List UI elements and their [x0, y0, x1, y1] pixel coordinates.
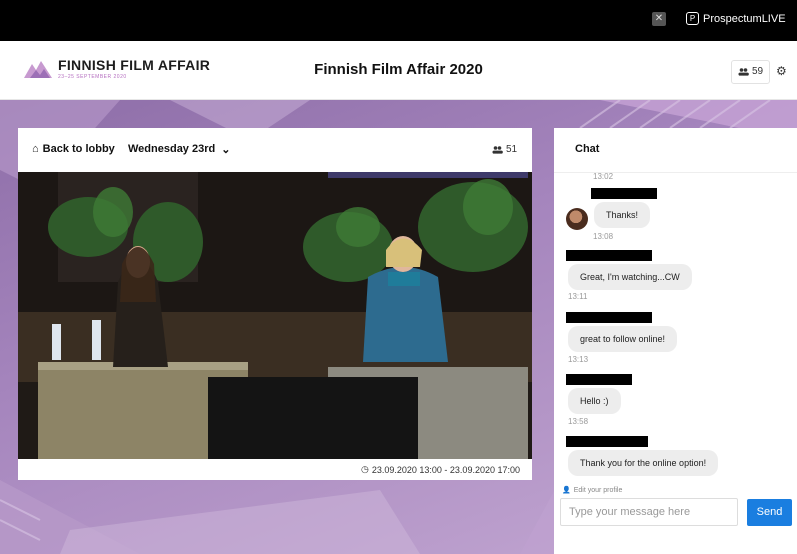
page-title: Finnish Film Affair 2020	[314, 61, 483, 78]
message-time: 13:58	[568, 417, 589, 426]
message-time: 13:08	[593, 232, 614, 241]
brand-label: ProspectumLIVE	[703, 12, 786, 25]
event-header: FINNISH FILM AFFAIR 23–25 SEPTEMBER 2020…	[0, 41, 797, 100]
video-panel: ⌂ Back to lobby Wednesday 23rd ⌄ 51 ◷ 23…	[18, 128, 532, 480]
viewer-count: 59	[752, 66, 764, 77]
clock-icon: ◷	[361, 464, 369, 474]
logo-dates: 23–25 SEPTEMBER 2020	[58, 74, 127, 80]
stream-viewer-number: 51	[506, 144, 518, 155]
gear-icon[interactable]: ⚙	[776, 64, 787, 78]
top-bar: ✕ P ProspectumLIVE	[0, 0, 797, 41]
chat-message-bubble: Thank you for the online option!	[568, 450, 719, 476]
chat-messages[interactable]: 13:02 Thanks! 13:08 Great, I'm watching.…	[554, 172, 797, 476]
people-icon	[738, 68, 749, 76]
send-button[interactable]: Send	[747, 499, 792, 526]
day-selector[interactable]: Wednesday 23rd ⌄	[128, 143, 230, 156]
chat-message-bubble: Hello :)	[568, 388, 621, 414]
message-time: 13:02	[593, 172, 614, 181]
chat-message-bubble: great to follow online!	[568, 326, 678, 352]
user-icon: 👤	[562, 487, 571, 494]
back-label: Back to lobby	[42, 143, 115, 155]
day-label: Wednesday 23rd	[128, 143, 216, 155]
home-icon: ⌂	[32, 143, 39, 155]
prospectum-brand[interactable]: P ProspectumLIVE	[686, 12, 786, 25]
edit-profile-label: Edit your profile	[573, 486, 623, 494]
session-timestamp: 23.09.2020 13:00 - 23.09.2020 17:00	[371, 464, 520, 475]
video-frame	[18, 172, 532, 459]
chevron-down-icon: ⌄	[221, 144, 231, 156]
message-time: 13:13	[568, 355, 589, 364]
edit-profile-link[interactable]: 👤 Edit your profile	[562, 486, 623, 495]
prospectum-logo-icon: P	[686, 12, 699, 25]
avatar	[566, 208, 588, 230]
redacted-username	[591, 188, 657, 199]
logo-name: FINNISH FILM AFFAIR	[58, 57, 211, 73]
chat-header: Chat	[554, 128, 797, 173]
chat-panel: Chat 13:02 Thanks! 13:08 Great, I'm watc…	[554, 128, 797, 554]
video-footer: ◷ 23.09.2020 13:00 - 23.09.2020 17:00	[18, 459, 532, 480]
chat-message-bubble: Great, I'm watching...CW	[568, 264, 692, 290]
chat-title: Chat	[575, 143, 600, 155]
back-to-lobby-button[interactable]: ⌂ Back to lobby	[32, 143, 115, 155]
redacted-username	[566, 374, 632, 385]
event-logo[interactable]: FINNISH FILM AFFAIR 23–25 SEPTEMBER 2020	[24, 58, 210, 80]
people-icon	[492, 145, 503, 154]
message-time: 13:11	[568, 292, 588, 301]
video-player[interactable]	[18, 172, 532, 459]
viewer-count-button[interactable]: 59	[731, 60, 771, 84]
redacted-username	[566, 250, 652, 261]
video-panel-header: ⌂ Back to lobby Wednesday 23rd ⌄ 51	[18, 128, 532, 172]
stream-viewer-count: 51	[492, 144, 517, 155]
chat-message-input[interactable]: Type your message here	[560, 498, 738, 526]
chat-message-bubble: Thanks!	[594, 202, 651, 228]
film-affair-logo-icon	[24, 61, 52, 78]
redacted-username	[566, 312, 652, 323]
redacted-username	[566, 436, 648, 447]
close-icon[interactable]: ✕	[652, 12, 666, 26]
